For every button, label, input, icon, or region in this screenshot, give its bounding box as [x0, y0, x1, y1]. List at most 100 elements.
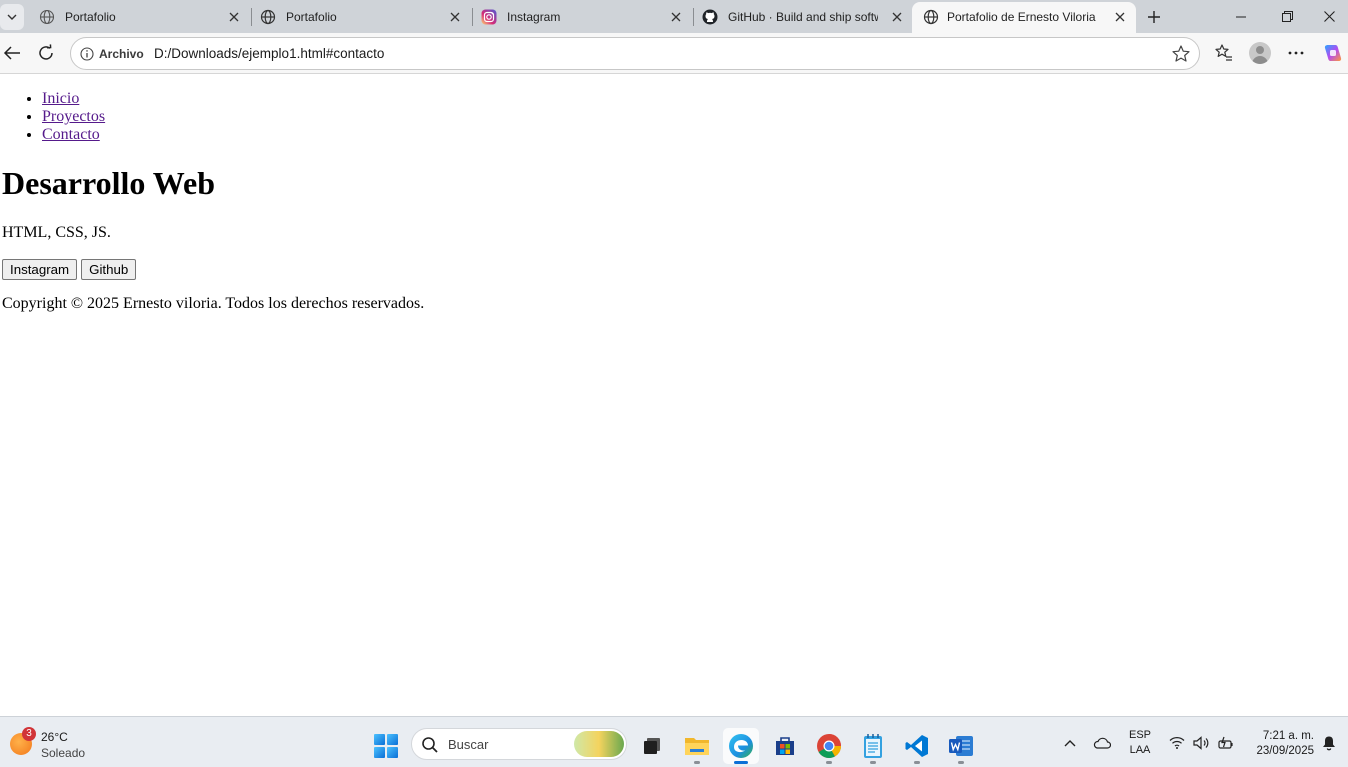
chevron-up-icon [1064, 739, 1076, 746]
minimize-button[interactable] [1218, 0, 1264, 33]
wifi-icon [1169, 736, 1184, 749]
close-tab-icon[interactable] [889, 9, 905, 25]
keyboard-layout: LAA [1129, 743, 1151, 756]
vscode-button[interactable] [899, 728, 935, 764]
quick-settings-button[interactable] [1164, 717, 1240, 767]
tab-github[interactable]: GitHub · Build and ship softwa [691, 2, 913, 33]
minimize-icon [1236, 16, 1246, 17]
address-bar[interactable]: Archivo D:/Downloads/ejemplo1.html#conta… [70, 37, 1200, 70]
social-buttons: Instagram Github [2, 259, 137, 280]
globe-icon [922, 8, 940, 26]
word-button[interactable] [943, 728, 979, 764]
close-tab-icon[interactable] [447, 9, 463, 25]
tab-portafolio-1[interactable]: Portafolio [28, 2, 250, 33]
windows-logo-pane [374, 747, 385, 758]
nav-link-proyectos[interactable]: Proyectos [42, 108, 105, 125]
clock-date: 23/09/2025 [1256, 745, 1314, 757]
site-origin-label[interactable]: Archivo [99, 47, 144, 61]
notification-bell-icon [1323, 736, 1335, 750]
edge-button[interactable] [723, 728, 759, 764]
github-icon [701, 8, 719, 26]
running-indicator [870, 761, 876, 764]
copilot-button[interactable] [1321, 41, 1345, 65]
tab-strip: Portafolio Portafolio Instagram GitHub ·… [0, 0, 1348, 33]
language-code: ESP [1128, 728, 1151, 741]
nav-item: Contacto [42, 126, 105, 144]
nav-item: Inicio [42, 90, 105, 108]
file-explorer-button[interactable] [679, 728, 715, 764]
weather-condition: Soleado [41, 746, 86, 760]
refresh-icon [39, 44, 53, 60]
tab-title: Instagram [507, 10, 561, 24]
new-tab-button[interactable] [1142, 5, 1166, 29]
task-view-icon [644, 738, 660, 754]
windows-logo-pane [387, 747, 398, 758]
notifications-button[interactable] [1318, 717, 1340, 767]
back-button[interactable] [0, 41, 24, 65]
tab-instagram[interactable]: Instagram [470, 2, 692, 33]
tab-title: GitHub · Build and ship softwa [728, 10, 878, 24]
profile-avatar[interactable] [1249, 42, 1271, 64]
task-view-button[interactable] [634, 728, 670, 764]
copilot-icon [1324, 45, 1342, 61]
notification-badge: 3 [22, 727, 36, 741]
favorites-list-icon [1215, 44, 1232, 61]
favorites-button[interactable] [1212, 41, 1236, 65]
nav-item: Proyectos [42, 108, 105, 126]
close-tab-icon[interactable] [226, 9, 242, 25]
instagram-button[interactable]: Instagram [2, 259, 78, 280]
tab-actions-button[interactable] [0, 4, 24, 30]
search-placeholder: Buscar [448, 737, 489, 752]
tab-title: Portafolio [286, 10, 337, 24]
refresh-button[interactable] [34, 41, 58, 65]
restore-icon [1281, 11, 1293, 22]
store-icon [776, 737, 794, 755]
running-indicator [826, 761, 832, 764]
more-options-icon [1288, 51, 1304, 55]
windows-logo-pane [387, 734, 398, 745]
file-explorer-icon [685, 738, 709, 755]
close-icon [1323, 11, 1335, 22]
tab-portafolio-2[interactable]: Portafolio [249, 2, 471, 33]
close-window-button[interactable] [1310, 0, 1348, 33]
running-indicator [958, 761, 964, 764]
favorite-star-icon[interactable] [1171, 44, 1191, 69]
chrome-button[interactable] [811, 728, 847, 764]
chevron-down-icon [7, 14, 17, 20]
show-hidden-icons-button[interactable] [1058, 717, 1082, 767]
page-heading: Desarrollo Web [2, 165, 216, 201]
nav-link-inicio[interactable]: Inicio [42, 90, 79, 107]
running-indicator [694, 761, 700, 764]
info-icon[interactable] [80, 47, 94, 66]
notepad-button[interactable] [855, 728, 891, 764]
close-tab-icon[interactable] [668, 9, 684, 25]
copyright-text: Copyright © 2025 Ernesto viloria. Todos … [2, 295, 425, 312]
notepad-icon [864, 734, 882, 758]
input-language-indicator[interactable]: ESP LAA [1124, 717, 1156, 767]
word-icon [949, 736, 973, 756]
instagram-icon [480, 8, 498, 26]
main-nav: Inicio Proyectos Contacto [42, 90, 105, 144]
weather-widget[interactable]: 3 26°C Soleado [10, 727, 110, 761]
globe-icon [38, 8, 56, 26]
close-tab-icon[interactable] [1112, 9, 1128, 25]
weather-temperature: 26°C [41, 730, 68, 744]
taskbar-search[interactable]: Buscar [411, 728, 627, 760]
cloud-icon [1093, 737, 1111, 749]
store-button[interactable] [767, 728, 803, 764]
github-button[interactable]: Github [81, 259, 137, 280]
settings-menu-button[interactable] [1284, 41, 1308, 65]
tab-title: Portafolio [65, 10, 116, 24]
restore-button[interactable] [1264, 0, 1310, 33]
tab-title: Portafolio de Ernesto Viloria [947, 10, 1096, 24]
vscode-icon [905, 735, 928, 757]
start-button[interactable] [374, 734, 398, 758]
search-icon [421, 736, 439, 759]
system-clock[interactable]: 7:21 a. m. 23/09/2025 [1244, 729, 1314, 759]
volume-icon [1192, 735, 1208, 750]
tab-portafolio-ernesto[interactable]: Portafolio de Ernesto Viloria [912, 2, 1136, 33]
search-highlight-image [574, 731, 624, 757]
url-text[interactable]: D:/Downloads/ejemplo1.html#contacto [154, 46, 384, 61]
onedrive-button[interactable] [1090, 717, 1114, 767]
nav-link-contacto[interactable]: Contacto [42, 126, 100, 143]
